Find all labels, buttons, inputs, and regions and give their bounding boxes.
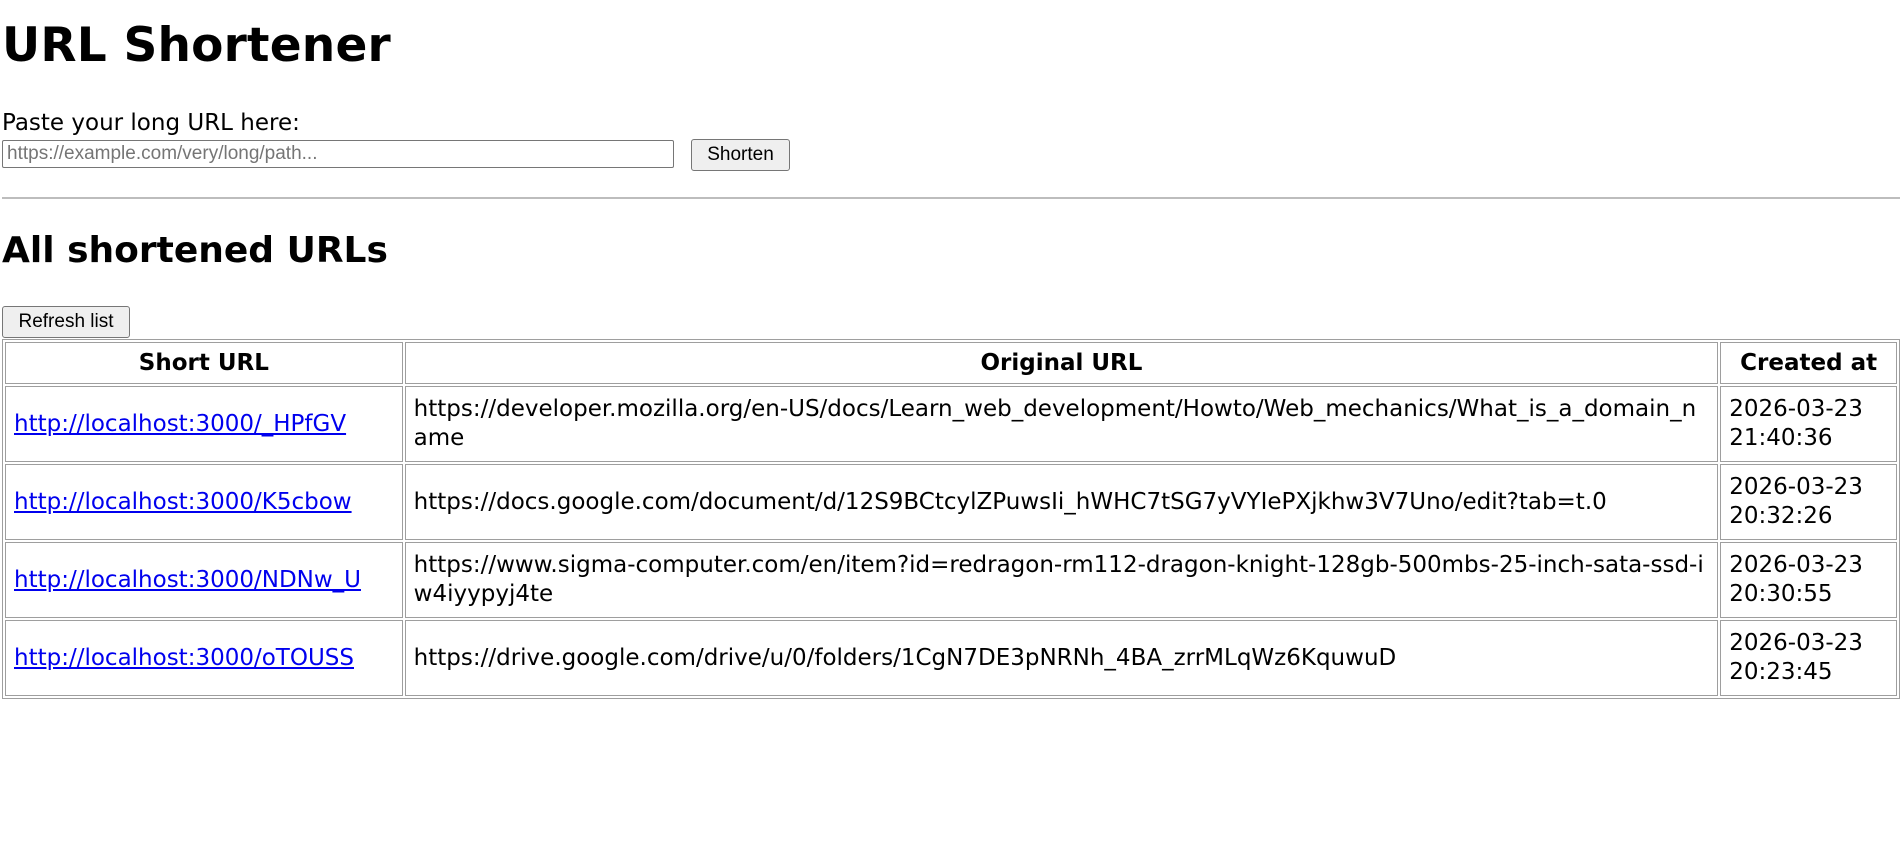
- short-url-cell: http://localhost:3000/_HPfGV: [5, 386, 403, 462]
- short-url-link[interactable]: http://localhost:3000/_HPfGV: [14, 411, 346, 437]
- refresh-list-button[interactable]: Refresh list: [2, 306, 130, 338]
- shorten-button[interactable]: Shorten: [691, 139, 790, 171]
- section-divider: [2, 197, 1900, 199]
- short-url-cell: http://localhost:3000/NDNw_U: [5, 542, 403, 618]
- short-url-link[interactable]: http://localhost:3000/K5cbow: [14, 489, 352, 515]
- table-row: http://localhost:3000/NDNw_U https://www…: [5, 542, 1897, 618]
- original-url-cell: https://drive.google.com/drive/u/0/folde…: [404, 620, 1719, 696]
- column-header-created-at: Created at: [1720, 342, 1897, 384]
- created-at-cell: 2026-03-23 20:30:55: [1720, 542, 1897, 618]
- short-url-cell: http://localhost:3000/K5cbow: [5, 464, 403, 540]
- created-at-cell: 2026-03-23 21:40:36: [1720, 386, 1897, 462]
- original-url-cell: https://docs.google.com/document/d/12S9B…: [404, 464, 1719, 540]
- column-header-original-url: Original URL: [404, 342, 1719, 384]
- short-url-cell: http://localhost:3000/oTOUSS: [5, 620, 403, 696]
- created-at-cell: 2026-03-23 20:32:26: [1720, 464, 1897, 540]
- table-row: http://localhost:3000/K5cbow https://doc…: [5, 464, 1897, 540]
- original-url-cell: https://www.sigma-computer.com/en/item?i…: [404, 542, 1719, 618]
- table-header-row: Short URL Original URL Created at: [5, 342, 1897, 384]
- page-title: URL Shortener: [2, 18, 391, 73]
- long-url-label: Paste your long URL here:: [2, 110, 300, 136]
- original-url-cell: https://developer.mozilla.org/en-US/docs…: [404, 386, 1719, 462]
- short-url-link[interactable]: http://localhost:3000/oTOUSS: [14, 645, 354, 671]
- column-header-short-url: Short URL: [5, 342, 403, 384]
- table-row: http://localhost:3000/_HPfGV https://dev…: [5, 386, 1897, 462]
- table-row: http://localhost:3000/oTOUSS https://dri…: [5, 620, 1897, 696]
- short-url-link[interactable]: http://localhost:3000/NDNw_U: [14, 567, 361, 593]
- urls-table: Short URL Original URL Created at http:/…: [2, 339, 1900, 699]
- long-url-input[interactable]: [2, 140, 674, 168]
- created-at-cell: 2026-03-23 20:23:45: [1720, 620, 1897, 696]
- list-title: All shortened URLs: [2, 230, 388, 271]
